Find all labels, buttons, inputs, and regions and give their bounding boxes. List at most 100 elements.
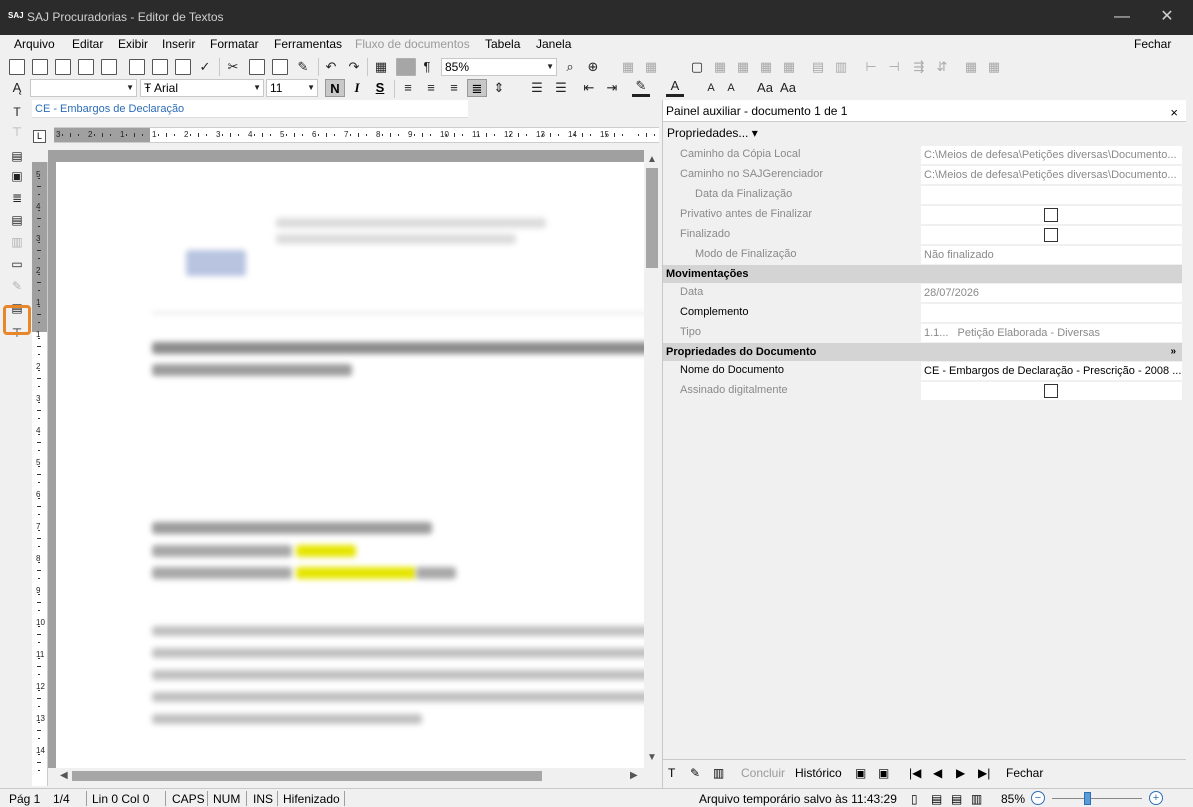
property-row[interactable]: Modo de Finalização Não finalizado xyxy=(663,245,1182,265)
copy-icon[interactable]: ▣ xyxy=(855,766,866,780)
copy-icon[interactable] xyxy=(249,59,265,75)
new-document-icon[interactable] xyxy=(32,59,48,75)
paste-icon[interactable] xyxy=(272,59,288,75)
tab-stop-selector[interactable]: L xyxy=(33,130,46,143)
flow-icon[interactable]: ⇶ xyxy=(910,59,928,75)
view-normal-icon[interactable]: ▤ xyxy=(931,792,942,806)
zoom-in-icon[interactable]: ⊕ xyxy=(584,59,602,75)
flow-icon[interactable]: ⇵ xyxy=(933,59,951,75)
properties-dropdown[interactable]: Propriedades... ▾ xyxy=(667,126,758,140)
table-tool-icon[interactable]: ▦ xyxy=(734,59,752,75)
case-icon[interactable]: Aa xyxy=(756,80,774,96)
font-color-icon[interactable]: A xyxy=(666,78,684,97)
zoom-combo[interactable]: 85% ▼ xyxy=(441,58,557,76)
scroll-down-icon[interactable]: ▼ xyxy=(647,752,657,763)
templates-icon[interactable]: ▤ xyxy=(9,148,25,164)
last-page-icon[interactable]: ▶| xyxy=(978,766,990,780)
horizontal-ruler[interactable]: 3 2 1 1 2 3 4 5 6 7 8 9 10 11 12 13 14 15 xyxy=(54,127,659,143)
property-row[interactable]: Complemento xyxy=(663,303,1182,323)
properties-panel-icon[interactable]: ▤ xyxy=(9,212,25,228)
property-value[interactable] xyxy=(921,226,1182,244)
outdent-icon[interactable]: ⇤ xyxy=(580,80,598,96)
grow-font-icon[interactable]: A xyxy=(702,80,720,96)
vertical-scrollbar[interactable]: ▲ ▼ xyxy=(644,150,660,768)
underline-button[interactable]: S xyxy=(370,79,390,97)
find-icon[interactable]: ⌕ xyxy=(561,59,579,75)
view-book-icon[interactable]: ▥ xyxy=(971,792,982,806)
case-icon[interactable]: Aa xyxy=(779,80,797,96)
horizontal-scrollbar[interactable]: ◀ ▶ xyxy=(56,768,644,784)
print-preview-icon[interactable] xyxy=(129,59,145,75)
property-row[interactable]: Caminho no SAJGerenciador C:\Meios de de… xyxy=(663,165,1182,185)
print-setup-icon[interactable] xyxy=(175,59,191,75)
menu-editar[interactable]: Editar xyxy=(72,37,103,51)
scroll-thumb[interactable] xyxy=(72,771,542,781)
scroll-right-icon[interactable]: ▶ xyxy=(630,770,638,781)
delete-icon[interactable]: ▥ xyxy=(713,766,724,780)
line-spacing-icon[interactable]: ⇕ xyxy=(490,80,508,96)
table-tool-icon[interactable]: ▦ xyxy=(642,59,660,75)
align-left-icon[interactable]: ≡ xyxy=(399,80,417,96)
property-row[interactable]: Finalizado xyxy=(663,225,1182,245)
show-formatting-icon[interactable]: ¶ xyxy=(418,59,436,75)
property-value[interactable]: C:\Meios de defesa\Petições diversas\Doc… xyxy=(921,146,1182,164)
menu-janela[interactable]: Janela xyxy=(536,37,571,51)
minimize-button[interactable]: — xyxy=(1110,6,1134,28)
table-tool-icon[interactable]: ▦ xyxy=(757,59,775,75)
flow-icon[interactable]: ⊢ xyxy=(862,59,880,75)
numbered-list-icon[interactable]: ☰ xyxy=(552,80,570,96)
zoom-track[interactable] xyxy=(1052,798,1142,799)
vertical-ruler[interactable]: 5 4 3 2 1 1 2 3 4 5 6 7 8 9 10 11 12 13 14 xyxy=(32,162,48,786)
property-value[interactable]: 28/07/2026 xyxy=(921,284,1182,302)
text-tool-icon[interactable]: T xyxy=(668,766,675,780)
indent-icon[interactable]: ⇥ xyxy=(603,80,621,96)
close-panel-button[interactable]: × xyxy=(1170,102,1178,124)
justify-button[interactable]: ≣ xyxy=(467,79,487,97)
highlight-icon[interactable]: ✎ xyxy=(632,78,650,97)
zoom-slider-thumb[interactable] xyxy=(1084,792,1091,805)
property-row[interactable]: Tipo 1.1... Petição Elaborada - Diversas xyxy=(663,323,1182,343)
menu-ferramentas[interactable]: Ferramentas xyxy=(274,37,342,51)
finalizado-checkbox[interactable] xyxy=(1044,228,1058,242)
copy-docs-icon[interactable]: ▥ xyxy=(9,234,25,250)
close-window-button[interactable]: ✕ xyxy=(1155,6,1179,28)
styles-icon[interactable]: Ą xyxy=(8,80,26,96)
view-page-icon[interactable]: ▯ xyxy=(911,792,918,806)
menu-arquivo[interactable]: Arquivo xyxy=(14,37,55,51)
flow-icon[interactable]: ⊣ xyxy=(885,59,903,75)
new-from-template-icon[interactable] xyxy=(9,59,25,75)
property-value[interactable] xyxy=(921,304,1182,322)
undo-icon[interactable]: ↶ xyxy=(322,59,340,75)
panel-close-button[interactable]: Fechar xyxy=(1006,766,1043,780)
paste-icon[interactable]: ▣ xyxy=(878,766,889,780)
font-combo[interactable]: Ŧ Arial ▼ xyxy=(140,79,264,97)
property-row[interactable]: Caminho da Cópia Local C:\Meios de defes… xyxy=(663,145,1182,165)
insert-table-icon[interactable]: ▦ xyxy=(372,59,390,75)
align-right-icon[interactable]: ≡ xyxy=(445,80,463,96)
list-icon[interactable]: ≣ xyxy=(9,190,25,206)
property-value[interactable]: 1.1... Petição Elaborada - Diversas xyxy=(921,324,1182,342)
menu-inserir[interactable]: Inserir xyxy=(162,37,195,51)
documents-icon[interactable]: ▣ xyxy=(9,168,25,184)
italic-button[interactable]: I xyxy=(347,79,367,97)
menu-exibir[interactable]: Exibir xyxy=(118,37,148,51)
toggle-button-icon[interactable] xyxy=(396,58,416,76)
redo-icon[interactable]: ↷ xyxy=(345,59,363,75)
property-row[interactable]: Data da Finalização xyxy=(663,185,1182,205)
bullet-list-icon[interactable]: ☰ xyxy=(528,80,546,96)
view-web-icon[interactable]: ▤ xyxy=(951,792,962,806)
document-canvas[interactable] xyxy=(48,150,644,768)
bold-button[interactable]: N xyxy=(325,79,345,97)
save-icon[interactable] xyxy=(101,59,117,75)
cut-icon[interactable]: ✂ xyxy=(224,59,242,75)
conclude-button[interactable]: Concluir xyxy=(741,766,785,780)
property-row[interactable]: Privativo antes de Finalizar xyxy=(663,205,1182,225)
menu-fechar[interactable]: Fechar xyxy=(1134,37,1171,51)
shrink-font-icon[interactable]: A xyxy=(722,80,740,96)
merge-cells-icon[interactable]: ▤ xyxy=(809,59,827,75)
save-as-icon[interactable] xyxy=(78,59,94,75)
text-tool-icon[interactable]: T xyxy=(9,104,25,120)
property-value[interactable]: Não finalizado xyxy=(921,246,1182,264)
edit-icon[interactable]: ✎ xyxy=(690,766,700,780)
menu-formatar[interactable]: Formatar xyxy=(210,37,259,51)
